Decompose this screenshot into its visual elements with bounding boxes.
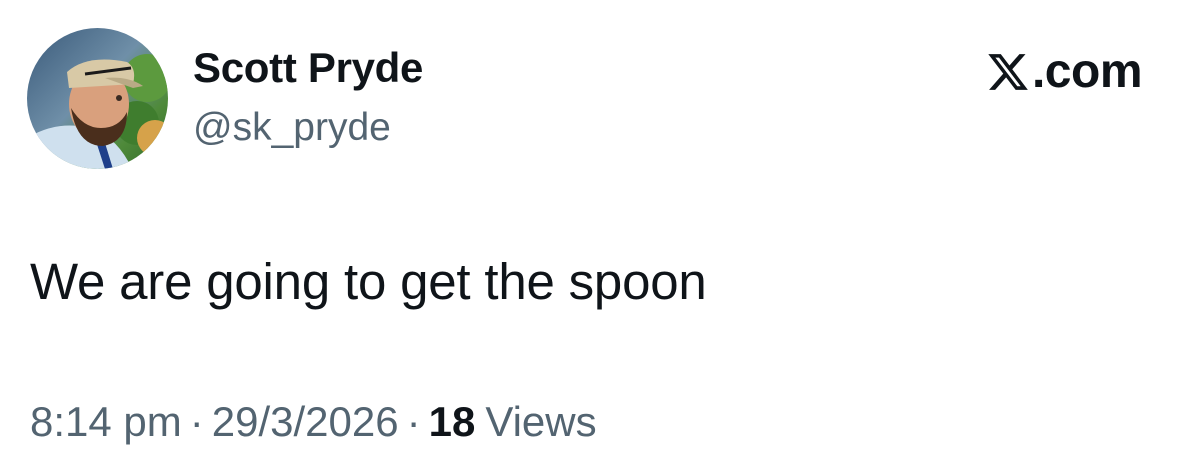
views-label: Views [485,398,597,445]
user-handle[interactable]: @sk_pryde [193,106,391,150]
avatar[interactable] [27,28,168,169]
tweet-date[interactable]: 29/3/2026 [212,398,399,446]
tweet-text: We are going to get the spoon [30,253,707,310]
tweet-card: Scott Pryde @sk_pryde .com We are going … [0,0,1200,476]
brand-text: .com [1031,45,1143,98]
meta-separator: · [189,398,204,445]
tweet-time[interactable]: 8:14 pm [30,398,182,446]
avatar-photo [27,28,168,169]
views-count: 18 [428,398,476,445]
display-name[interactable]: Scott Pryde [193,44,423,92]
meta-separator: · [406,398,421,445]
brand-logo: .com [986,44,1143,100]
x-logo-icon [988,54,1028,90]
tweet-meta: 8:14 pm · 29/3/2026 · 18 Views [30,398,597,446]
